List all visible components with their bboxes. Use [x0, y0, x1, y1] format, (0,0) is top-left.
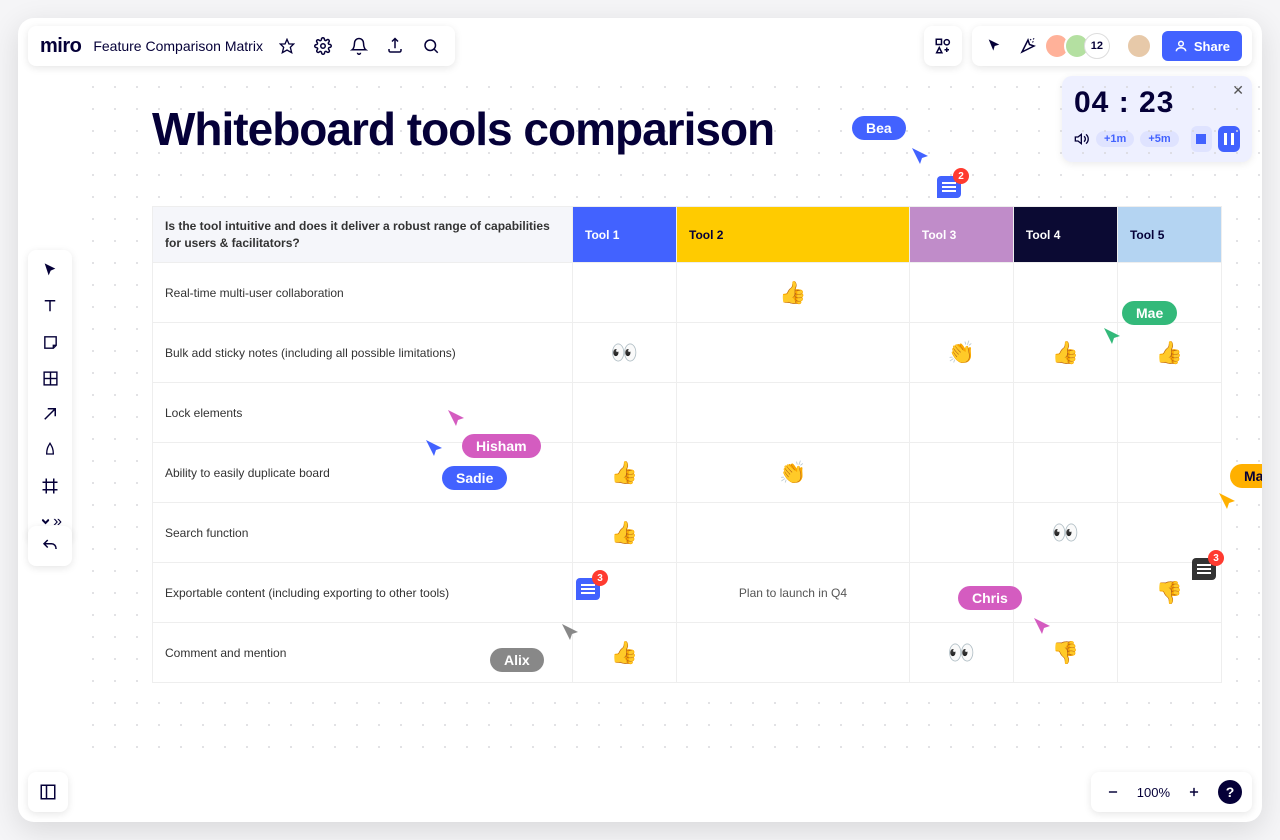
app-logo: miro [40, 35, 81, 58]
feature-cell[interactable]: 👀 [909, 623, 1013, 683]
table-question-header: Is the tool intuitive and does it delive… [153, 207, 573, 263]
feature-cell[interactable]: 👎 [1013, 623, 1117, 683]
collaborator-cursor-hisham: Hisham [462, 434, 541, 458]
tool-header: Tool 1 [573, 207, 677, 263]
feature-cell[interactable] [1117, 383, 1221, 443]
zoom-controls: 100% ? [1091, 772, 1252, 812]
feature-cell[interactable] [909, 383, 1013, 443]
arrow-tool-icon[interactable] [38, 402, 62, 426]
feature-cell[interactable]: Plan to launch in Q4 [677, 563, 910, 623]
feature-cell[interactable] [1117, 503, 1221, 563]
zoom-in-button[interactable] [1182, 780, 1206, 804]
feature-cell[interactable] [1117, 623, 1221, 683]
feature-cell[interactable]: 👍 [573, 503, 677, 563]
feature-cell[interactable]: 👀 [1013, 503, 1117, 563]
zoom-level[interactable]: 100% [1137, 785, 1170, 800]
undo-icon[interactable] [38, 534, 62, 558]
feature-cell[interactable] [1013, 563, 1117, 623]
board-title[interactable]: Feature Comparison Matrix [93, 38, 263, 54]
tool-header: Tool 5 [1117, 207, 1221, 263]
feature-row-label: Search function [153, 503, 573, 563]
sticky-note-tool-icon[interactable] [38, 330, 62, 354]
feature-cell[interactable] [1013, 383, 1117, 443]
frame-tool-icon[interactable] [38, 474, 62, 498]
share-label: Share [1194, 39, 1230, 54]
comment-thread-icon[interactable]: 3 [1192, 558, 1216, 580]
tool-header: Tool 3 [909, 207, 1013, 263]
text-tool-icon[interactable] [38, 294, 62, 318]
table-tool-icon[interactable] [38, 366, 62, 390]
share-button[interactable]: Share [1162, 31, 1242, 61]
feature-cell[interactable] [909, 443, 1013, 503]
feature-cell[interactable]: 👏 [677, 443, 910, 503]
comment-thread-icon[interactable]: 3 [576, 578, 600, 600]
topbar-left: miro Feature Comparison Matrix [28, 26, 455, 66]
feature-cell[interactable] [1117, 443, 1221, 503]
canvas[interactable]: Whiteboard tools comparison Is the tool … [82, 76, 1262, 764]
cursor-pointer-icon [910, 146, 932, 168]
search-icon[interactable] [419, 34, 443, 58]
tool-header: Tool 2 [677, 207, 910, 263]
cursor-pointer-icon [446, 408, 466, 428]
cursor-pointer-icon [1032, 616, 1052, 636]
comment-count-badge: 3 [1208, 550, 1224, 566]
feature-cell[interactable] [909, 503, 1013, 563]
feature-cell[interactable] [677, 503, 910, 563]
help-button[interactable]: ? [1218, 780, 1242, 804]
reactions-icon[interactable] [1016, 34, 1040, 58]
feature-cell[interactable]: 👍 [573, 443, 677, 503]
present-chip: 12 Share [972, 26, 1252, 66]
feature-cell[interactable]: 👀 [573, 323, 677, 383]
feature-cell[interactable]: 👍 [573, 623, 677, 683]
cursor-pointer-icon [560, 622, 580, 642]
feature-cell[interactable] [677, 383, 910, 443]
frames-panel-toggle[interactable] [28, 772, 68, 812]
feature-row-label: Exportable content (including exporting … [153, 563, 573, 623]
feature-cell[interactable] [573, 263, 677, 323]
comment-count-badge: 2 [953, 168, 969, 184]
select-tool-icon[interactable] [38, 258, 62, 282]
undo-toolbar [28, 526, 72, 566]
current-user-avatar[interactable] [1126, 33, 1152, 59]
comparison-table: Is the tool intuitive and does it delive… [152, 206, 1222, 683]
feature-cell[interactable] [909, 263, 1013, 323]
collaborator-cursor-mae: Mae [1122, 301, 1177, 325]
feature-cell[interactable] [677, 623, 910, 683]
avatar-overflow-count[interactable]: 12 [1084, 33, 1110, 59]
cursor-pointer-icon [1217, 491, 1237, 511]
tool-header: Tool 4 [1013, 207, 1117, 263]
apps-chip[interactable] [924, 26, 962, 66]
star-icon[interactable] [275, 34, 299, 58]
topbar-right: 12 Share [924, 26, 1252, 66]
export-icon[interactable] [383, 34, 407, 58]
collaborator-cursor-matt: Matt [1230, 464, 1262, 488]
feature-cell[interactable]: 👍 [677, 263, 910, 323]
collaborator-avatars[interactable]: 12 [1050, 33, 1110, 59]
collaborator-cursor-alix: Alix [490, 648, 544, 672]
pen-tool-icon[interactable] [38, 438, 62, 462]
zoom-out-button[interactable] [1101, 780, 1125, 804]
bell-icon[interactable] [347, 34, 371, 58]
settings-icon[interactable] [311, 34, 335, 58]
feature-cell[interactable] [573, 383, 677, 443]
comment-thread-icon[interactable]: 2 [937, 176, 961, 198]
feature-cell[interactable] [1013, 263, 1117, 323]
cursor-pointer-icon [1102, 326, 1122, 346]
cursor-icon[interactable] [982, 34, 1006, 58]
collaborator-cursor-chris: Chris [958, 586, 1022, 610]
feature-row-label: Bulk add sticky notes (including all pos… [153, 323, 573, 383]
app-shell: miro Feature Comparison Matrix [18, 18, 1262, 822]
feature-cell[interactable]: 👏 [909, 323, 1013, 383]
document-title: Whiteboard tools comparison [152, 106, 774, 152]
collaborator-cursor-bea: Bea [852, 116, 906, 140]
cursor-pointer-icon [424, 438, 444, 458]
feature-cell[interactable]: 👍 [1117, 323, 1221, 383]
feature-cell[interactable] [1013, 443, 1117, 503]
left-toolbar: » [28, 250, 72, 542]
feature-row-label: Real-time multi-user collaboration [153, 263, 573, 323]
collaborator-cursor-sadie: Sadie [442, 466, 507, 490]
feature-cell[interactable] [677, 323, 910, 383]
comment-count-badge: 3 [592, 570, 608, 586]
